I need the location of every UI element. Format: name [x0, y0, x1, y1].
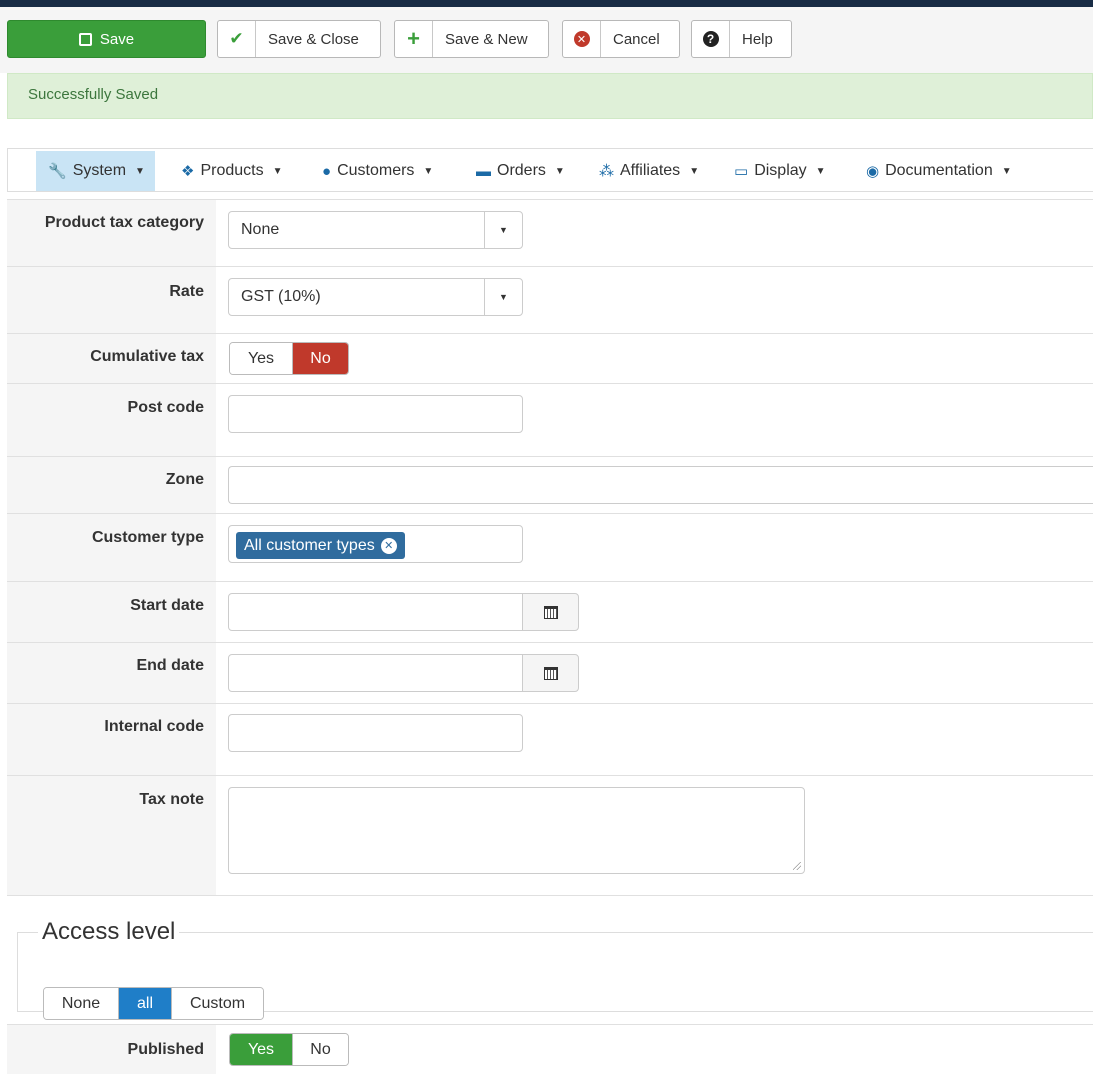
row-end-date: End date [7, 642, 1093, 703]
chevron-down-icon: ▼ [484, 279, 522, 315]
remove-chip-icon[interactable]: ✕ [380, 537, 397, 554]
label-post-code: Post code [7, 384, 216, 456]
calendar-icon [543, 666, 558, 680]
save-label: Save [99, 30, 135, 48]
main-navbar: 🔧 System ▼ ❖ Products ▼ ● Customers ▼ ▬ Ord… [7, 148, 1093, 192]
cumulative-tax-no[interactable]: No [292, 343, 348, 374]
success-alert: Successfully Saved [7, 73, 1093, 119]
life-ring-icon: ◉ [866, 163, 880, 180]
customer-type-chip: All customer types ✕ [236, 532, 405, 559]
zone-input[interactable] [228, 466, 1093, 504]
monitor-icon: ▭ [734, 163, 749, 180]
chevron-down-icon: ▼ [484, 212, 522, 248]
check-icon: ✔ [218, 21, 256, 57]
end-date-calendar-button[interactable] [522, 654, 579, 692]
wrench-icon: 🔧 [48, 163, 67, 180]
access-level-fieldset: Access level None all Custom [17, 918, 1093, 1020]
internal-code-input[interactable] [228, 714, 523, 752]
caret-down-icon: ▼ [135, 165, 145, 177]
row-zone: Zone [7, 456, 1093, 513]
product-tax-category-select[interactable]: None ▼ [228, 211, 523, 249]
access-level-legend: Access level [42, 918, 176, 945]
caret-down-icon: ▼ [272, 165, 283, 177]
plus-icon: + [395, 21, 433, 57]
caret-down-icon: ▼ [1001, 165, 1012, 177]
label-rate: Rate [7, 267, 216, 333]
resize-grip-icon[interactable] [793, 862, 801, 870]
label-published: Published [7, 1025, 216, 1074]
caret-down-icon: ▼ [554, 165, 565, 177]
question-circle-icon: ? [692, 21, 730, 57]
user-icon: ● [322, 162, 332, 180]
label-internal-code: Internal code [7, 704, 216, 775]
rate-select[interactable]: GST (10%) ▼ [228, 278, 523, 316]
label-start-date: Start date [7, 582, 216, 642]
row-rate: Rate GST (10%) ▼ [7, 266, 1093, 333]
users-icon: ⁂ [599, 163, 614, 180]
row-product-tax-category: Product tax category None ▼ [7, 199, 1093, 266]
nav-products[interactable]: ❖ Products ▼ [177, 151, 287, 191]
calendar-icon [543, 605, 558, 619]
start-date-input[interactable] [228, 593, 523, 631]
cumulative-tax-yes[interactable]: Yes [230, 343, 292, 374]
alert-message: Successfully Saved [28, 86, 159, 103]
save-close-button[interactable]: ✔ Save & Close [217, 20, 381, 58]
start-date-calendar-button[interactable] [522, 593, 579, 631]
nav-display[interactable]: ▭ Display ▼ [730, 151, 830, 191]
tax-note-textarea[interactable] [228, 787, 805, 874]
cumulative-tax-toggle: Yes No [229, 342, 349, 375]
row-internal-code: Internal code [7, 703, 1093, 775]
nav-orders[interactable]: ▬ Orders ▼ [472, 151, 569, 191]
nav-system[interactable]: 🔧 System ▼ [36, 151, 155, 191]
customer-type-multiselect[interactable]: All customer types ✕ [228, 525, 523, 563]
caret-down-icon: ▼ [815, 165, 826, 177]
row-tax-note: Tax note [7, 775, 1093, 896]
access-option-custom[interactable]: Custom [171, 988, 263, 1019]
label-zone: Zone [7, 457, 216, 513]
nav-customers[interactable]: ● Customers ▼ [318, 151, 437, 191]
row-customer-type: Customer type All customer types ✕ [7, 513, 1093, 581]
credit-card-icon: ▬ [476, 162, 491, 180]
help-button[interactable]: ? Help [691, 20, 792, 58]
access-option-none[interactable]: None [44, 988, 118, 1019]
label-product-tax-category: Product tax category [7, 200, 216, 266]
published-no[interactable]: No [292, 1034, 348, 1065]
caret-down-icon: ▼ [423, 165, 434, 177]
post-code-input[interactable] [228, 395, 523, 433]
top-strip [0, 0, 1093, 7]
row-cumulative-tax: Cumulative tax Yes No [7, 333, 1093, 383]
access-option-all[interactable]: all [118, 988, 171, 1019]
published-yes[interactable]: Yes [230, 1034, 292, 1065]
row-post-code: Post code [7, 383, 1093, 456]
access-level-toggle: None all Custom [43, 987, 264, 1020]
label-customer-type: Customer type [7, 514, 216, 581]
label-tax-note: Tax note [7, 776, 216, 895]
label-cumulative-tax: Cumulative tax [7, 334, 216, 383]
nav-documentation[interactable]: ◉ Documentation ▼ [862, 151, 1016, 191]
cancel-button[interactable]: ✕ Cancel [562, 20, 680, 58]
nav-affiliates[interactable]: ⁂ Affiliates ▼ [595, 151, 703, 191]
published-toggle: Yes No [229, 1033, 349, 1066]
label-end-date: End date [7, 643, 216, 703]
cubes-icon: ❖ [181, 163, 195, 180]
row-start-date: Start date [7, 581, 1093, 642]
row-published: Published Yes No [7, 1024, 1093, 1074]
save-button[interactable]: Save [7, 20, 206, 58]
toolbar: Save ✔ Save & Close + Save & New ✕ Cance… [0, 7, 1093, 73]
edit-icon [78, 32, 92, 46]
end-date-input[interactable] [228, 654, 523, 692]
cancel-circle-icon: ✕ [563, 21, 601, 57]
save-new-button[interactable]: + Save & New [394, 20, 549, 58]
caret-down-icon: ▼ [689, 165, 700, 177]
